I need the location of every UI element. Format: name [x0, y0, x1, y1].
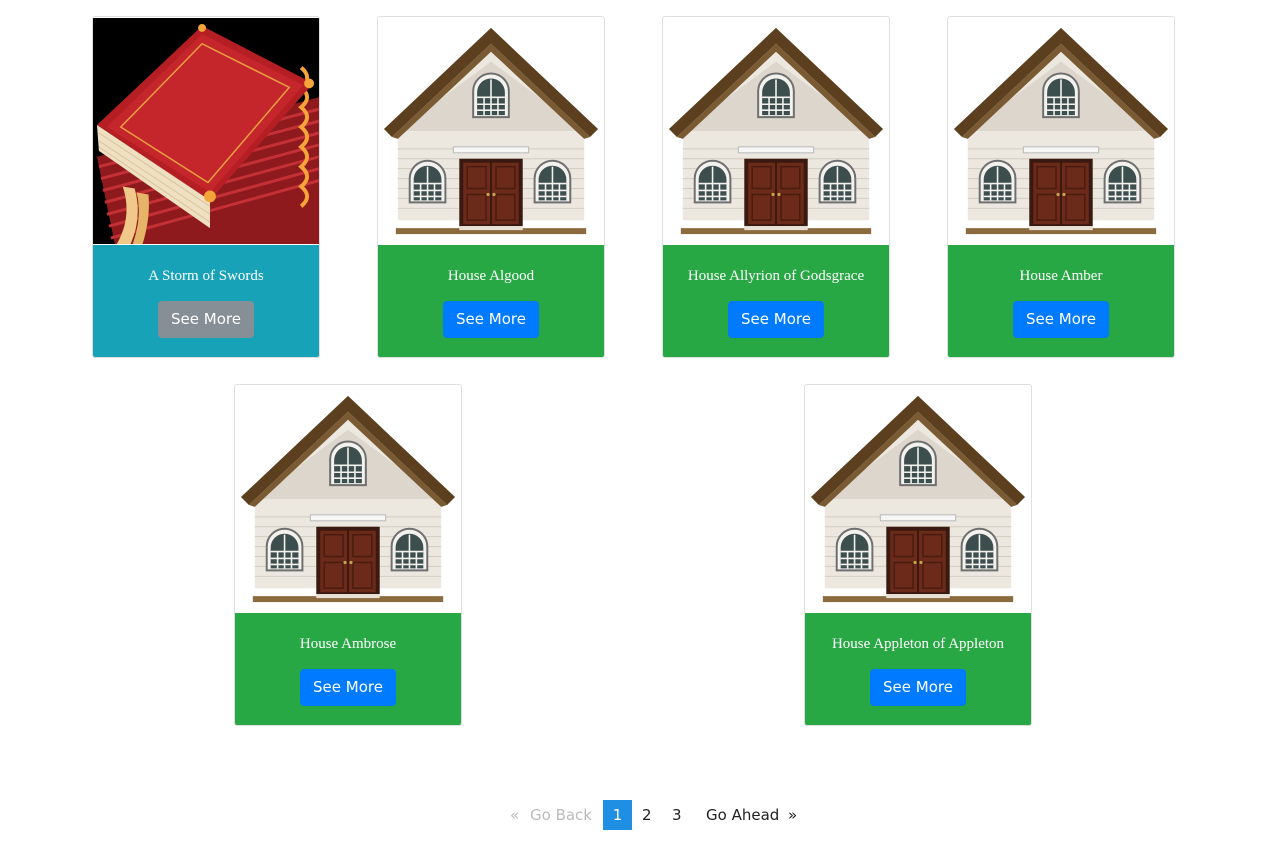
- card-body: A Storm of Swords See More: [93, 245, 319, 357]
- see-more-button[interactable]: See More: [443, 301, 539, 338]
- see-more-button[interactable]: See More: [158, 301, 254, 338]
- card-body: House Amber See More: [948, 245, 1174, 357]
- card-house-ambrose: House Ambrose See More: [234, 384, 462, 726]
- pagination: « Go Back 1 2 3 Go Ahead »: [0, 800, 1265, 830]
- card-house-amber: House Amber See More: [947, 16, 1175, 358]
- card-title: House Ambrose: [299, 636, 397, 652]
- see-more-button[interactable]: See More: [870, 669, 966, 706]
- house-image: [663, 17, 889, 245]
- house-image: [805, 385, 1031, 613]
- card-house-allyrion-of-godsgrace: House Allyrion of Godsgrace See More: [662, 16, 890, 358]
- card-house-algood: House Algood See More: [377, 16, 605, 358]
- go-ahead-link[interactable]: Go Ahead: [706, 800, 779, 830]
- card-title: House Amber: [1019, 268, 1103, 284]
- see-more-button[interactable]: See More: [1013, 301, 1109, 338]
- card-body: House Ambrose See More: [235, 613, 461, 725]
- card-title: House Algood: [447, 268, 535, 284]
- page-1-link[interactable]: 1: [603, 800, 632, 830]
- card-title: House Appleton of Appleton: [831, 636, 1005, 652]
- card-house-appleton-of-appleton: House Appleton of Appleton See More: [804, 384, 1032, 726]
- page-3-link[interactable]: 3: [672, 800, 682, 830]
- page-2-link[interactable]: 2: [642, 800, 652, 830]
- next-arrow-icon[interactable]: »: [788, 800, 797, 830]
- prev-arrow-icon: «: [510, 806, 520, 824]
- card-title: A Storm of Swords: [148, 268, 264, 284]
- card-title: House Allyrion of Godsgrace: [687, 268, 865, 284]
- go-back-link[interactable]: Go Back: [530, 800, 592, 830]
- book-stack-image: [93, 17, 319, 245]
- see-more-button[interactable]: See More: [300, 669, 396, 706]
- card-body: House Algood See More: [378, 245, 604, 357]
- house-image: [948, 17, 1174, 245]
- page: A Storm of Swords See More House Algood …: [0, 0, 1265, 859]
- see-more-button[interactable]: See More: [728, 301, 824, 338]
- card-body: House Appleton of Appleton See More: [805, 613, 1031, 725]
- house-image: [235, 385, 461, 613]
- card-body: House Allyrion of Godsgrace See More: [663, 245, 889, 357]
- card-a-storm-of-swords: A Storm of Swords See More: [92, 16, 320, 358]
- house-image: [378, 17, 604, 245]
